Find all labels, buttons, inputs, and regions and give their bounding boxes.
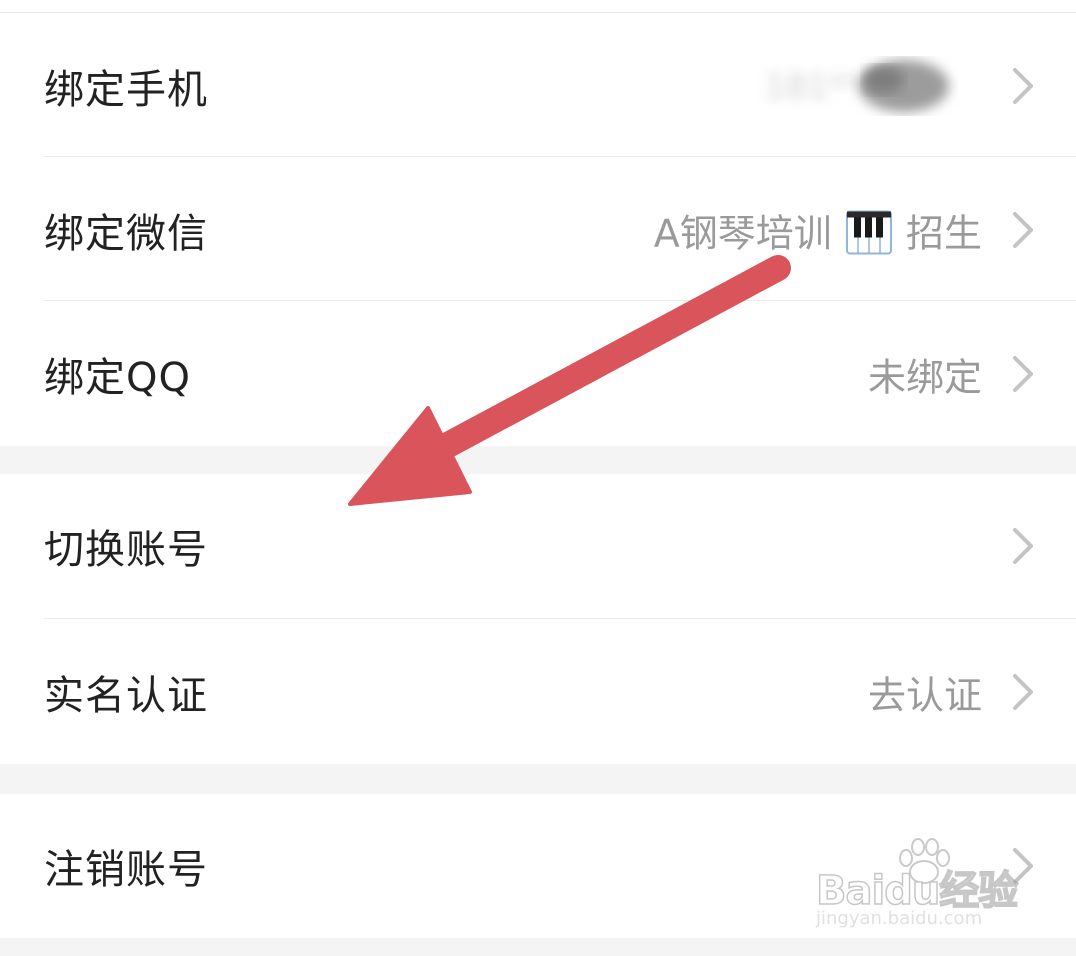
chevron-right-icon [1013, 212, 1033, 248]
account-group: 切换账号 实名认证 去认证 [0, 474, 1076, 764]
row-real-name-verification[interactable]: 实名认证 去认证 [0, 620, 1076, 764]
switch-account-label: 切换账号 [44, 527, 208, 573]
watermark-url-text: jingyan.baidu.com [816, 908, 983, 929]
row-divider [44, 618, 1076, 619]
row-divider [44, 156, 1076, 157]
row-switch-account[interactable]: 切换账号 [0, 474, 1076, 618]
chevron-right-icon [1013, 674, 1033, 710]
baidu-jingyan-watermark: Baidu经验 jingyan.baidu.com [815, 838, 1019, 938]
wechat-name-part2: 招生 [905, 211, 982, 256]
chevron-right-icon [1013, 528, 1033, 564]
bind-wechat-value: A钢琴培训 招生 [654, 203, 982, 258]
binding-group: 绑定手机 181****0 绑定微信 A钢琴培训 招生 绑定QQ 未绑定 [0, 0, 1076, 446]
deactivate-account-label: 注销账号 [44, 847, 208, 893]
row-bind-phone[interactable]: 绑定手机 181****0 [0, 14, 1076, 158]
real-name-value: 去认证 [867, 673, 982, 718]
piano-icon [845, 210, 892, 255]
wechat-name-part1: A钢琴培训 [653, 211, 832, 256]
bind-phone-label: 绑定手机 [44, 67, 208, 113]
row-bind-qq[interactable]: 绑定QQ 未绑定 [0, 302, 1076, 446]
top-divider [0, 12, 1076, 13]
real-name-label: 实名认证 [44, 673, 208, 719]
row-divider [44, 300, 1076, 301]
bind-qq-value: 未绑定 [867, 355, 982, 400]
blurred-phone-number: 181****0 [764, 60, 949, 112]
row-bind-wechat[interactable]: 绑定微信 A钢琴培训 招生 [0, 158, 1076, 302]
bind-qq-label: 绑定QQ [44, 355, 191, 401]
bind-wechat-label: 绑定微信 [44, 211, 208, 257]
chevron-right-icon [1013, 68, 1033, 104]
account-settings-page: 绑定手机 181****0 绑定微信 A钢琴培训 招生 绑定QQ 未绑定 切换账… [0, 0, 1076, 956]
chevron-right-icon [1013, 356, 1033, 392]
